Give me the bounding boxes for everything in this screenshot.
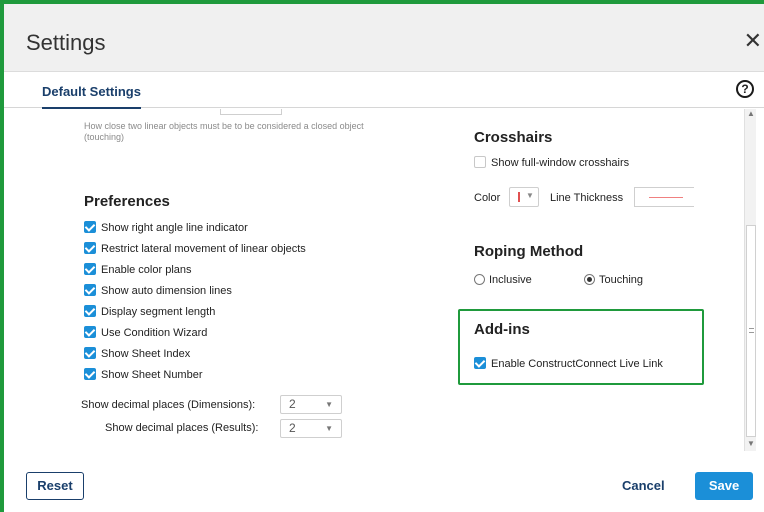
radio-unselected-icon[interactable] — [474, 273, 485, 285]
checkbox-checked-icon[interactable] — [84, 305, 96, 318]
color-swatch — [518, 192, 520, 202]
pref-label: Show auto dimension lines — [101, 285, 232, 297]
pref-label: Use Condition Wizard — [101, 327, 208, 339]
pref-label: Show right angle line indicator — [101, 222, 248, 234]
roping-inclusive-label: Inclusive — [489, 274, 532, 286]
line-thickness-label: Line Thickness — [550, 192, 624, 204]
scroll-up-icon[interactable]: ▲ — [745, 109, 757, 121]
dialog-titlebar: Settings ✕ — [4, 4, 764, 72]
crosshairs-color-picker[interactable]: ▼ — [509, 187, 539, 207]
decimal-results-value: 2 — [289, 421, 296, 435]
pref-restrict-lateral[interactable]: Restrict lateral movement of linear obje… — [84, 242, 306, 256]
pref-right-angle[interactable]: Show right angle line indicator — [84, 221, 248, 235]
pref-color-plans[interactable]: Enable color plans — [84, 263, 192, 277]
tab-default-settings[interactable]: Default Settings — [42, 84, 141, 109]
closure-hint: How close two linear objects must be to … — [84, 121, 364, 142]
chevron-down-icon: ▼ — [526, 191, 534, 200]
roping-inclusive[interactable]: Inclusive — [474, 273, 532, 287]
checkbox-checked-icon[interactable] — [84, 368, 96, 381]
addins-live-link-label: Enable ConstructConnect Live Link — [491, 358, 663, 370]
vertical-scrollbar[interactable]: ▲ ▼ — [744, 109, 756, 451]
crosshairs-full-window-label: Show full-window crosshairs — [491, 157, 630, 169]
pref-label: Enable color plans — [101, 264, 192, 276]
thickness-preview — [649, 197, 683, 198]
crosshairs-heading: Crosshairs — [474, 129, 553, 146]
chevron-down-icon: ▼ — [325, 424, 333, 433]
addins-live-link[interactable]: Enable ConstructConnect Live Link — [474, 357, 663, 371]
checkbox-checked-icon[interactable] — [84, 347, 96, 360]
settings-dialog: Settings ✕ Default Settings ? How close … — [4, 4, 764, 512]
reset-button[interactable]: Reset — [26, 472, 84, 500]
checkbox-checked-icon[interactable] — [84, 326, 96, 339]
radio-selected-icon[interactable] — [584, 273, 595, 285]
pref-label: Display segment length — [101, 306, 216, 318]
addins-heading: Add-ins — [474, 321, 530, 338]
pref-auto-dimension[interactable]: Show auto dimension lines — [84, 284, 232, 298]
crosshairs-color-label: Color — [474, 192, 501, 204]
dialog-title: Settings — [26, 30, 106, 55]
pref-label: Restrict lateral movement of linear obje… — [101, 243, 306, 255]
pref-sheet-index[interactable]: Show Sheet Index — [84, 347, 190, 361]
tab-bar: Default Settings ? — [4, 72, 764, 109]
roping-touching[interactable]: Touching — [584, 273, 643, 287]
roping-touching-label: Touching — [599, 274, 644, 286]
cancel-button[interactable]: Cancel — [622, 478, 665, 493]
preferences-heading: Preferences — [84, 193, 170, 210]
grip-icon — [749, 328, 754, 333]
decimal-dimensions-value: 2 — [289, 397, 296, 411]
pref-segment-length[interactable]: Display segment length — [84, 305, 215, 319]
decimal-dimensions-label: Show decimal places (Dimensions): — [81, 399, 256, 411]
help-icon[interactable]: ? — [736, 80, 754, 98]
scroll-down-icon[interactable]: ▼ — [745, 439, 757, 451]
decimal-results-label: Show decimal places (Results): — [105, 422, 259, 434]
pref-label: Show Sheet Index — [101, 348, 191, 360]
save-button[interactable]: Save — [695, 472, 753, 500]
checkbox-unchecked-icon[interactable] — [474, 156, 486, 169]
checkbox-checked-icon[interactable] — [84, 263, 96, 276]
close-icon[interactable]: ✕ — [744, 28, 762, 54]
closure-distance-input[interactable] — [220, 109, 282, 115]
decimal-dimensions-select[interactable]: 2 ▼ — [280, 395, 342, 414]
scroll-thumb[interactable] — [746, 225, 756, 437]
checkbox-checked-icon[interactable] — [84, 221, 96, 234]
checkbox-checked-icon[interactable] — [84, 242, 96, 255]
checkbox-checked-icon[interactable] — [474, 357, 486, 370]
crosshairs-full-window[interactable]: Show full-window crosshairs — [474, 156, 629, 170]
roping-heading: Roping Method — [474, 243, 584, 260]
checkbox-checked-icon[interactable] — [84, 284, 96, 297]
pref-condition-wizard[interactable]: Use Condition Wizard — [84, 326, 207, 340]
line-thickness-select[interactable] — [634, 187, 694, 207]
decimal-results-select[interactable]: 2 ▼ — [280, 419, 342, 438]
pref-sheet-number[interactable]: Show Sheet Number — [84, 368, 203, 382]
dialog-footer: Reset Cancel Save — [4, 452, 764, 512]
chevron-down-icon: ▼ — [325, 400, 333, 409]
pref-label: Show Sheet Number — [101, 369, 203, 381]
settings-content: How close two linear objects must be to … — [4, 109, 744, 451]
